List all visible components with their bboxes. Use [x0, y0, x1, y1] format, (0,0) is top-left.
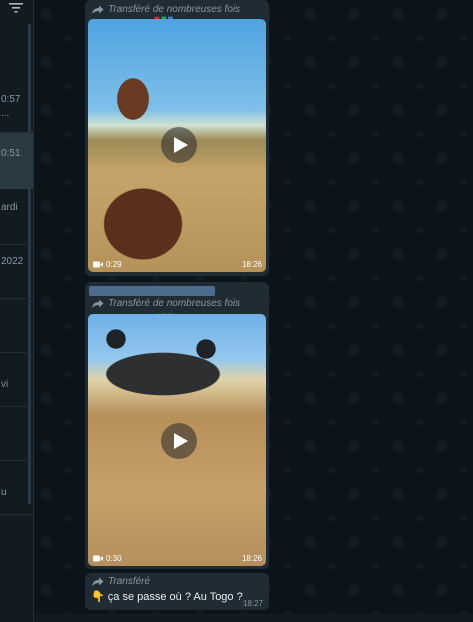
- video-message[interactable]: Transféré de nombreuses fois ♥ ♥ ♥ 0:29 …: [85, 0, 269, 276]
- video-thumbnail[interactable]: 0:29 18:26: [88, 19, 266, 272]
- chat-list-item[interactable]: vi: [0, 351, 33, 407]
- video-message[interactable]: Transféré de nombreuses fois ♥ ♥ ♥ 0:30 …: [85, 282, 269, 569]
- play-icon: [173, 433, 188, 449]
- pointing-down-emoji: 👇: [91, 591, 105, 603]
- play-button[interactable]: [161, 127, 197, 163]
- chat-list-item[interactable]: ardi: [0, 189, 33, 245]
- chat-item-time: vi: [1, 379, 9, 390]
- filter-icon[interactable]: [8, 1, 24, 15]
- chat-list-item-selected[interactable]: 0:51: [0, 133, 33, 189]
- conversation-panel: Transféré de nombreuses fois ♥ ♥ ♥ 0:29 …: [34, 0, 473, 622]
- message-body: 👇 ça se passe où ? Au Togo ?: [91, 590, 243, 603]
- forwarded-text: Transféré de nombreuses fois: [108, 298, 241, 309]
- chat-list-item[interactable]: 0:57 ...: [0, 77, 33, 133]
- duration-text: 0:30: [106, 554, 122, 563]
- forwarded-text: Transféré: [108, 576, 151, 587]
- text-message[interactable]: Transféré 👇 ça se passe où ? Au Togo ? 1…: [85, 573, 269, 610]
- chat-item-time: 0:57: [1, 94, 21, 105]
- play-icon: [173, 137, 188, 153]
- chat-list-item[interactable]: [0, 297, 33, 353]
- forwarded-text: Transféré de nombreuses fois: [108, 4, 241, 15]
- forward-arrow-icon: [92, 577, 104, 586]
- chat-list-item[interactable]: 2022: [0, 243, 33, 299]
- forwarded-label: Transféré: [91, 576, 150, 587]
- chat-item-time: ardi: [1, 202, 18, 213]
- chat-item-snippet: ...: [1, 108, 10, 119]
- redacted-sender-name: [89, 286, 215, 296]
- message-time: 18:26: [241, 260, 262, 269]
- play-button[interactable]: [161, 423, 197, 459]
- video-camera-icon: [93, 261, 103, 268]
- chat-list-item[interactable]: u: [0, 459, 33, 515]
- message-time: 18:27: [242, 599, 263, 608]
- forward-arrow-icon: [92, 299, 104, 308]
- chat-list-panel: 0:57 ... 0:51 ardi 2022 vi u: [0, 0, 33, 622]
- video-duration: 0:29: [93, 260, 122, 269]
- composer-bar-edge: [34, 614, 473, 622]
- forward-arrow-icon: [92, 5, 104, 14]
- video-thumbnail[interactable]: 0:30 18:26: [88, 314, 266, 566]
- chat-item-time: 0:51: [1, 148, 21, 159]
- duration-text: 0:29: [106, 260, 122, 269]
- forwarded-label: Transféré de nombreuses fois: [91, 298, 240, 309]
- chat-list-item[interactable]: [0, 405, 33, 461]
- message-time: 18:26: [241, 554, 262, 563]
- video-camera-icon: [93, 555, 103, 562]
- message-text: ça se passe où ? Au Togo ?: [107, 591, 243, 603]
- video-duration: 0:30: [93, 554, 122, 563]
- chat-item-time: u: [1, 487, 7, 498]
- chat-item-time: 2022: [1, 256, 24, 267]
